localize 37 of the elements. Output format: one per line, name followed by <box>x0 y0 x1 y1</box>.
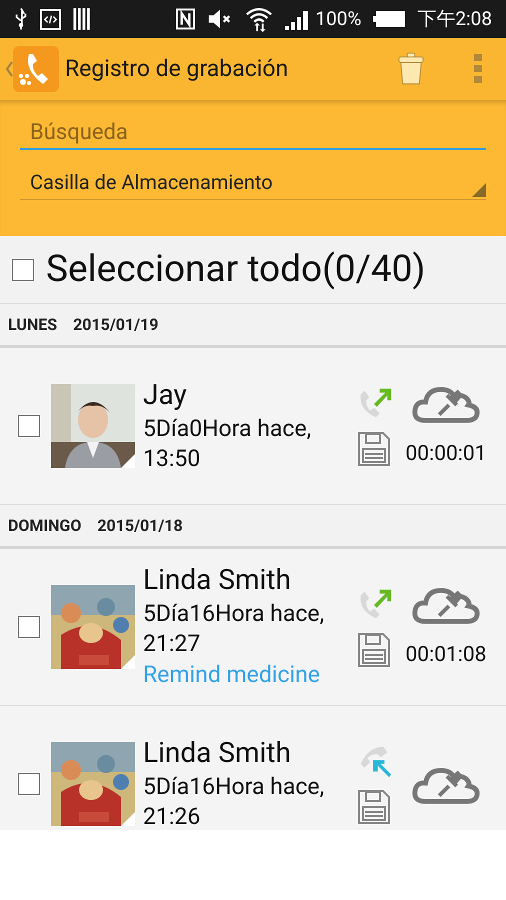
checkbox[interactable] <box>12 258 34 280</box>
back-chevron-icon <box>5 61 13 77</box>
storage-dropdown[interactable]: Casilla de Almacenamiento <box>20 164 486 200</box>
call-time: 5Día16Hora hace, 21:26 <box>143 772 326 830</box>
day-label: DOMINGO <box>8 514 82 536</box>
date-label: 2015/01/18 <box>97 514 183 536</box>
contact-name: Linda Smith <box>143 563 292 597</box>
screen-title: Registro de grabación <box>65 54 290 84</box>
note: Remind medicine <box>143 660 321 690</box>
search-field[interactable]: Búsqueda <box>20 116 486 150</box>
call-time: 5Día0Hora hace, 13:50 <box>143 414 312 474</box>
duration: 00:00:01 <box>406 441 486 468</box>
barcode-icon <box>73 7 93 31</box>
code-icon <box>40 8 61 30</box>
recording-row[interactable]: Linda Smith 5Día16Hora hace, 21:26 <box>0 706 506 830</box>
checkbox[interactable] <box>18 616 40 638</box>
battery-icon <box>373 11 406 27</box>
date-label: 2015/01/19 <box>73 314 158 336</box>
usb-icon <box>14 8 28 30</box>
checkbox[interactable] <box>18 773 40 795</box>
app-logo-icon <box>13 46 59 92</box>
battery-percent: 100% <box>315 6 362 32</box>
checkbox[interactable] <box>18 415 40 437</box>
nfc-icon <box>176 8 196 30</box>
recording-row[interactable]: Linda Smith 5Día16Hora hace, 21:27 Remind medicine 00:01:08 <box>0 549 506 706</box>
duration: 00:01:08 <box>406 642 486 670</box>
call-time: 5Día16Hora hace, 21:27 <box>143 599 326 659</box>
menu-icon <box>474 54 482 84</box>
recording-row[interactable]: Jay 5Día0Hora hace, 13:50 00:00:01 <box>0 348 506 505</box>
dropdown-corner-icon <box>472 183 486 197</box>
trash-can-icon <box>398 52 424 86</box>
wifi-icon <box>245 6 274 32</box>
delete-button[interactable] <box>398 52 424 86</box>
clock: 下午2:08 <box>417 6 492 32</box>
contact-name: Linda Smith <box>143 736 292 770</box>
day-label: LUNES <box>8 314 58 336</box>
contact-name: Jay <box>143 378 188 412</box>
